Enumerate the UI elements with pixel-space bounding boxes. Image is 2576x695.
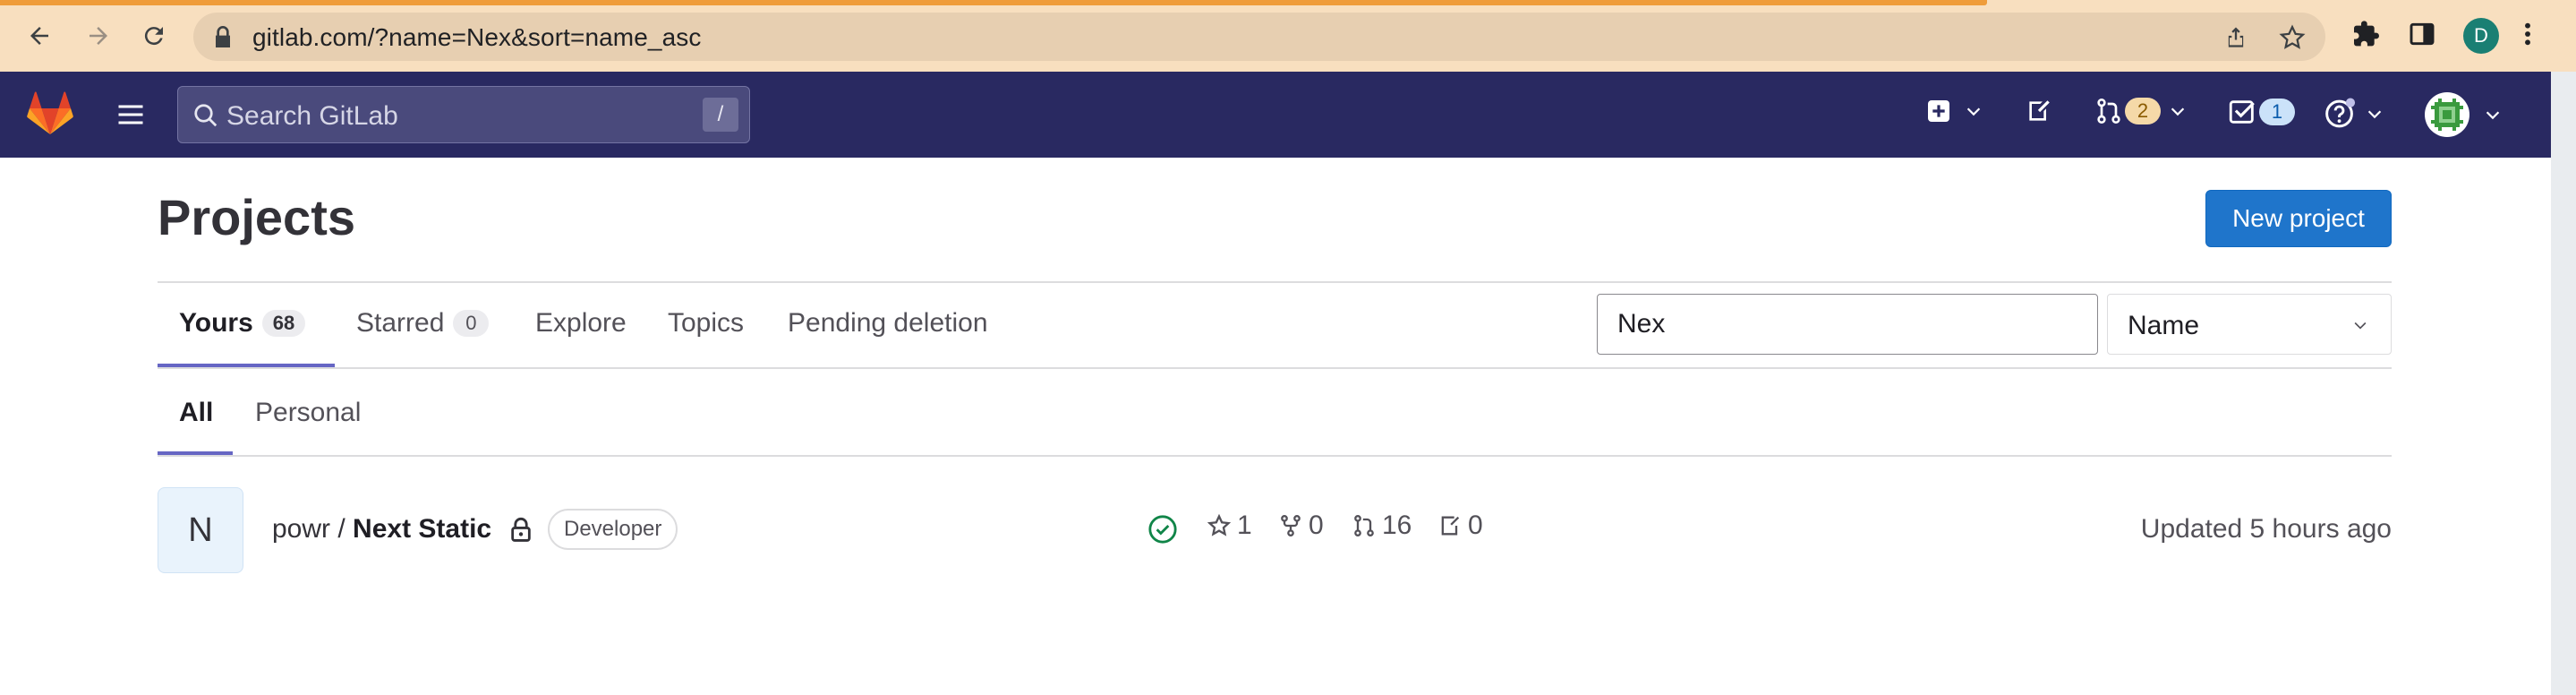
arrow-right-icon [90,27,107,45]
merge-requests-count[interactable]: 16 [1352,511,1412,541]
divider [158,367,2392,369]
role-badge: Developer [548,509,678,550]
scrollbar-track[interactable] [2551,72,2576,695]
chevron-down-icon [2171,107,2185,116]
search-icon [194,104,218,127]
issues-icon [1441,516,1460,536]
gitlab-top-bar: Search GitLab / 2 1 [0,72,2551,158]
more-vert-icon[interactable] [2522,20,2533,48]
chevron-down-icon [2367,110,2382,119]
profile-avatar[interactable]: D [2463,18,2499,54]
tab-label: Explore [535,308,627,338]
pipeline-passed-icon[interactable] [1147,514,1178,545]
page-load-progress [0,0,1987,5]
merge-request-icon [1354,514,1374,537]
chevron-down-icon [1966,107,1981,116]
create-new-dropdown[interactable] [1924,97,1983,125]
tab-explore[interactable]: Explore [535,308,627,339]
share-icon[interactable] [2223,24,2248,49]
chevron-down-icon [2354,322,2367,330]
new-project-button[interactable]: New project [2205,190,2392,247]
project-title-link[interactable]: powr / Next Static [272,514,533,545]
url-text: gitlab.com/?name=Nex&sort=name_asc [252,23,702,51]
tab-label: Topics [668,308,745,338]
tab-label: Starred [356,308,445,338]
issues-count[interactable]: 0 [1437,511,1483,541]
gitlab-logo-icon[interactable] [27,91,73,136]
subtab-all[interactable]: All [179,398,213,428]
tab-pending-deletion[interactable]: Pending deletion [788,308,988,339]
lock-icon [511,517,531,542]
last-updated-text: Updated 5 hours ago [2140,514,2392,544]
divider [158,455,2392,457]
todos-button[interactable]: 1 [2227,97,2295,127]
browser-toolbar: gitlab.com/?name=Nex&sort=name_asc D [0,0,2576,72]
search-shortcut-key: / [703,98,738,132]
tab-label: Yours [179,308,253,338]
page-title: Projects [158,189,355,245]
project-name: Next Static [353,514,492,544]
help-dropdown[interactable] [2324,97,2384,131]
star-icon [1207,513,1232,536]
address-bar[interactable]: gitlab.com/?name=Nex&sort=name_asc [193,13,2325,61]
issues-value: 0 [1468,511,1483,540]
stars-count[interactable]: 1 [1207,511,1252,541]
todo-checkbox-icon [2229,100,2255,124]
extensions-icon[interactable] [2352,20,2381,48]
chevron-down-icon [2486,111,2500,120]
tab-topics[interactable]: Topics [668,308,744,339]
user-avatar [2425,92,2469,137]
project-namespace: powr / [272,514,354,544]
merge-requests-value: 16 [1382,511,1412,540]
tab-count-badge: 68 [261,310,306,337]
merge-request-icon [2097,99,2120,124]
tab-count-badge: 0 [453,310,490,337]
plus-square-icon [1928,100,1949,122]
forks-count[interactable]: 0 [1278,511,1324,541]
merge-requests-count-badge: 2 [2125,98,2161,124]
fork-icon [1281,514,1301,537]
tab-starred[interactable]: Starred 0 [356,308,490,339]
issues-icon [2029,100,2050,121]
sort-dropdown[interactable]: Name [2107,294,2392,355]
lock-icon [216,26,230,47]
user-menu-dropdown[interactable] [2424,91,2503,138]
project-avatar[interactable]: N [158,487,243,573]
side-panel-icon[interactable] [2408,20,2436,48]
sort-label: Name [2128,311,2200,340]
hamburger-menu-icon[interactable] [115,99,147,131]
divider [158,281,2392,283]
filter-by-name-input[interactable]: Nex [1597,294,2098,355]
reload-icon [144,27,163,46]
back-button[interactable] [21,18,57,54]
search-input[interactable]: Search GitLab / [177,86,750,143]
search-placeholder: Search GitLab [226,101,398,131]
tab-label: Pending deletion [788,308,988,338]
issues-button[interactable] [2025,97,2053,125]
bookmark-star-icon[interactable] [2279,24,2306,51]
merge-requests-dropdown[interactable]: 2 [2094,97,2188,125]
stars-value: 1 [1237,511,1252,540]
forks-value: 0 [1309,511,1324,540]
todos-count-badge: 1 [2259,99,2295,125]
reload-button[interactable] [136,18,172,54]
tab-yours[interactable]: Yours 68 [179,308,306,339]
arrow-left-icon [30,27,48,45]
forward-button[interactable] [81,18,116,54]
subtab-personal[interactable]: Personal [255,398,361,428]
help-question-icon [2325,98,2356,128]
